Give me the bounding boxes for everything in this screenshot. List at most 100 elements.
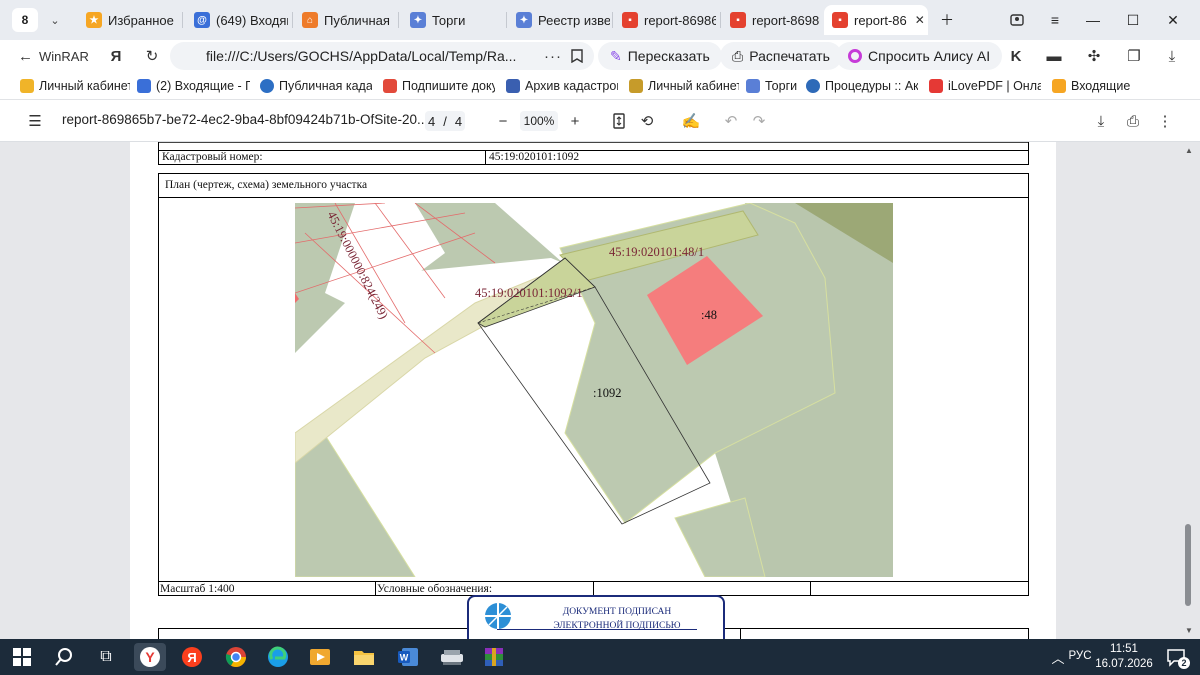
bookmark-item[interactable]: Входящие (1052, 76, 1132, 96)
tab-favorites[interactable]: ★ Избранное (78, 5, 178, 35)
bookmark-item[interactable]: Процедуры :: Акт (806, 76, 918, 96)
scroll-up-icon[interactable]: ▲ (1185, 146, 1193, 155)
edge-icon[interactable] (262, 643, 294, 671)
bookmark-item[interactable]: Публичная кадас (260, 76, 372, 96)
tab-inbox[interactable]: @ (649) Входящ (186, 5, 288, 35)
tab-report-2[interactable]: ▪ report-86986 (722, 5, 820, 35)
tab-label: report-86986 (752, 12, 820, 28)
page-indicator[interactable]: 4 / 4 (425, 111, 465, 131)
bookmark-item[interactable]: (2) Входящие - Пс (137, 76, 250, 96)
alice-icon (848, 49, 862, 63)
cadastral-number-value: 45:19:020101:1092 (489, 151, 580, 163)
hamburger-menu-icon[interactable]: ☰ (24, 110, 46, 132)
plan-title: План (чертеж, схема) земельного участка (165, 179, 368, 191)
tab-report-1[interactable]: ▪ report-86986 (614, 5, 716, 35)
pdf-toolbar: ☰ report-869865b7-be72-4ec2-9ba4-8bf0942… (0, 100, 1200, 142)
svg-text:Я: Я (187, 650, 196, 665)
close-tab-icon[interactable]: ✕ (915, 13, 925, 27)
more-options-icon[interactable]: ⋮ (1154, 110, 1176, 132)
redo-icon[interactable]: ↷ (748, 110, 770, 132)
mail-icon (1052, 79, 1066, 93)
notifications-icon[interactable]: 2 (1160, 643, 1192, 671)
winrar-icon[interactable] (478, 643, 510, 671)
windows-start-icon[interactable] (6, 643, 38, 671)
bookmark-label: (2) Входящие - Пс (156, 79, 250, 93)
zoom-in-icon[interactable]: + (564, 110, 586, 132)
ask-alice-button[interactable]: Спросить Алису AI (836, 42, 1003, 70)
page-current[interactable]: 4 (428, 114, 435, 129)
arrow-left-icon: ← (18, 47, 33, 65)
vertical-scrollbar[interactable]: ▲ ▼ (1182, 142, 1194, 639)
tab-report-active[interactable]: ▪ report-86 ✕ (824, 5, 928, 35)
maximize-button[interactable]: ☐ (1118, 8, 1148, 32)
tab-label: Реестр изве (538, 12, 610, 28)
bookmark-item[interactable]: Подпишите доку (383, 76, 495, 96)
address-field[interactable]: file:///C:/Users/GOCHS/AppData/Local/Tem… (170, 42, 594, 70)
bookmark-item[interactable]: Личный кабинет (20, 76, 130, 96)
tab-label: report-86986 (644, 12, 716, 28)
extension-icon[interactable]: ▬ (1042, 44, 1066, 68)
bookmark-item[interactable]: Торги (746, 76, 798, 96)
pdf-viewport[interactable]: Кадастровый номер: 45:19:020101:1092 Пла… (0, 142, 1200, 639)
globe-icon (260, 79, 274, 93)
emblem-icon: ✦ (410, 12, 426, 28)
word-icon[interactable]: W (392, 643, 424, 671)
minimize-button[interactable]: — (1078, 8, 1108, 32)
zoom-out-icon[interactable]: − (492, 110, 514, 132)
search-icon[interactable] (48, 643, 80, 671)
clock-date[interactable]: 16.07.2026 (1094, 658, 1154, 670)
scanner-app-icon[interactable] (436, 643, 468, 671)
tab-registry[interactable]: ✦ Реестр изве (508, 5, 610, 35)
tab-count-button[interactable]: 8 (12, 8, 38, 32)
page-total: 4 (454, 113, 463, 129)
media-player-icon[interactable] (304, 643, 336, 671)
yandex-icon[interactable]: Я (104, 44, 128, 68)
draw-icon[interactable]: ✍ (680, 110, 702, 132)
close-window-button[interactable]: ✕ (1158, 8, 1188, 32)
collections-icon[interactable]: ❐ (1122, 44, 1146, 68)
heart-icon (929, 79, 943, 93)
reload-icon[interactable]: ↻ (140, 44, 164, 68)
bookmark-item[interactable]: iLovePDF | Онлай (929, 76, 1041, 96)
tab-auctions[interactable]: ✦ Торги (402, 5, 502, 35)
zoom-level[interactable]: 100% (520, 111, 558, 131)
bookmark-item[interactable]: Личный кабинет (629, 76, 739, 96)
yandex-icon[interactable]: Я (176, 643, 208, 671)
chrome-icon[interactable] (220, 643, 252, 671)
pdf-icon: ▪ (730, 12, 746, 28)
download-icon[interactable]: ⤓ (1160, 44, 1184, 68)
extension-k-icon[interactable]: K (1004, 44, 1028, 68)
language-indicator[interactable]: РУС (1066, 650, 1094, 662)
file-explorer-icon[interactable] (348, 643, 380, 671)
archive-icon (506, 79, 520, 93)
map-zone (295, 434, 416, 577)
tab-public-cadastral[interactable]: ⌂ Публичная к (294, 5, 394, 35)
profile-icon[interactable] (1002, 8, 1032, 32)
bookmark-icon[interactable] (566, 44, 588, 68)
bookmarks-bar: Личный кабинет (2) Входящие - Пс Публичн… (0, 72, 1200, 100)
scrollbar-thumb[interactable] (1185, 524, 1191, 606)
more-dots-icon[interactable]: ··· (542, 44, 564, 68)
retell-icon: ✎ (610, 47, 622, 64)
fit-page-icon[interactable] (608, 110, 630, 132)
parcel-48-1-label: 45:19:020101:48/1 (609, 245, 705, 259)
task-view-icon[interactable]: ⧉ (90, 643, 122, 671)
download-icon[interactable]: ⤓ (1090, 110, 1112, 132)
rotate-icon[interactable]: ⟲ (636, 110, 658, 132)
retell-button[interactable]: ✎ Пересказать (598, 42, 722, 70)
puzzle-icon[interactable]: ✣ (1082, 44, 1106, 68)
yandex-browser-icon[interactable]: Y (134, 643, 166, 671)
chevron-down-icon[interactable]: ⌄ (44, 10, 66, 30)
address-row: ← WinRAR Я ↻ file:///C:/Users/GOCHS/AppD… (0, 40, 1200, 72)
undo-icon[interactable]: ↶ (720, 110, 742, 132)
bookmark-item[interactable]: Архив кадастров (506, 76, 618, 96)
scroll-down-icon[interactable]: ▼ (1185, 626, 1193, 635)
print-button[interactable]: ⎙ Распечатать (720, 42, 842, 70)
new-tab-button[interactable]: ＋ (932, 8, 962, 32)
printer-icon[interactable]: ⎙ (1122, 110, 1144, 132)
menu-icon[interactable]: ≡ (1040, 8, 1070, 32)
cadastral-number-label: Кадастровый номер: (162, 151, 263, 163)
clock-time[interactable]: 11:51 (1098, 643, 1150, 655)
back-button[interactable]: ← WinRAR (18, 44, 89, 68)
tab-label: Избранное (108, 12, 174, 28)
